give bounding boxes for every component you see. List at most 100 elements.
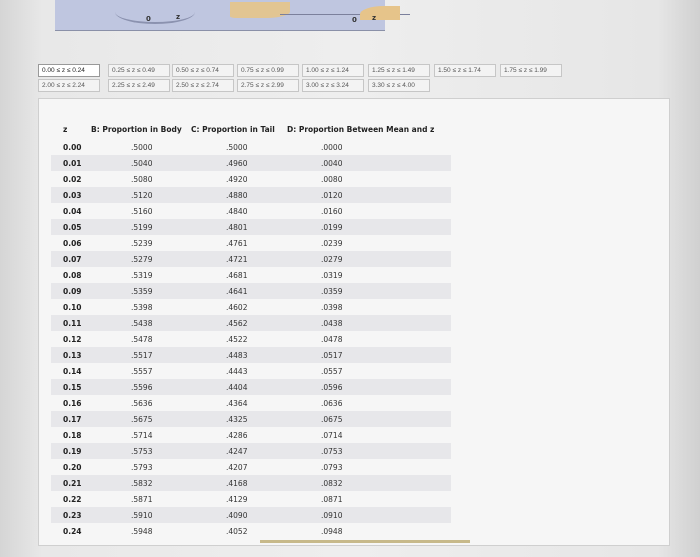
cell-tail: .4761 — [226, 239, 248, 248]
cell-between: .0910 — [321, 511, 343, 520]
cell-z: 0.12 — [63, 335, 82, 344]
table-row: 0.24 .5948 .4052 .0948 — [51, 523, 451, 539]
table-row: 0.07 .5279 .4721 .0279 — [51, 251, 451, 267]
table-row: 0.12 .5478 .4522 .0478 — [51, 331, 451, 347]
cell-between: .0793 — [321, 463, 343, 472]
cell-tail: .4052 — [226, 527, 248, 536]
cell-z: 0.20 — [63, 463, 82, 472]
tab-range-8[interactable]: 2.00 ≤ z ≤ 2.24 — [38, 79, 100, 92]
cell-tail: .4404 — [226, 383, 248, 392]
table-row: 0.05 .5199 .4801 .0199 — [51, 219, 451, 235]
cell-z: 0.05 — [63, 223, 82, 232]
table-row: 0.16 .5636 .4364 .0636 — [51, 395, 451, 411]
cell-z: 0.01 — [63, 159, 82, 168]
cell-z: 0.07 — [63, 255, 82, 264]
cell-between: .0080 — [321, 175, 343, 184]
cell-tail: .4129 — [226, 495, 248, 504]
axis-z-left: z — [176, 13, 181, 21]
cell-tail: .4247 — [226, 447, 248, 456]
cell-body: .5793 — [131, 463, 153, 472]
cell-body: .5910 — [131, 511, 153, 520]
table-row: 0.08 .5319 .4681 .0319 — [51, 267, 451, 283]
header-z: z — [63, 125, 68, 134]
tab-range-1[interactable]: 0.25 ≤ z ≤ 0.49 — [108, 64, 170, 77]
table-row: 0.21 .5832 .4168 .0832 — [51, 475, 451, 491]
cell-body: .5596 — [131, 383, 153, 392]
table-row: 0.03 .5120 .4880 .0120 — [51, 187, 451, 203]
cell-tail: .4207 — [226, 463, 248, 472]
header-tail: C: Proportion in Tail — [191, 125, 275, 134]
cell-between: .0438 — [321, 319, 343, 328]
cell-z: 0.02 — [63, 175, 82, 184]
cell-between: .0832 — [321, 479, 343, 488]
axis-z-right: z — [372, 14, 377, 22]
tab-range-13[interactable]: 3.30 ≤ z ≤ 4.00 — [368, 79, 430, 92]
table-row: 0.15 .5596 .4404 .0596 — [51, 379, 451, 395]
header-body: B: Proportion in Body — [91, 125, 182, 134]
cell-body: .5199 — [131, 223, 153, 232]
cell-z: 0.03 — [63, 191, 82, 200]
tab-range-7[interactable]: 1.75 ≤ z ≤ 1.99 — [500, 64, 562, 77]
tab-range-11[interactable]: 2.75 ≤ z ≤ 2.99 — [237, 79, 299, 92]
cell-between: .0948 — [321, 527, 343, 536]
cell-tail: .4602 — [226, 303, 248, 312]
table-row: 0.06 .5239 .4761 .0239 — [51, 235, 451, 251]
tab-range-12[interactable]: 3.00 ≤ z ≤ 3.24 — [302, 79, 364, 92]
cell-body: .5359 — [131, 287, 153, 296]
cell-tail: .4325 — [226, 415, 248, 424]
tab-range-3[interactable]: 0.75 ≤ z ≤ 0.99 — [237, 64, 299, 77]
table-row: 0.10 .5398 .4602 .0398 — [51, 299, 451, 315]
cell-z: 0.04 — [63, 207, 82, 216]
cell-tail: .4920 — [226, 175, 248, 184]
bottom-scroll-indicator[interactable] — [260, 540, 470, 543]
cell-tail: .4286 — [226, 431, 248, 440]
cell-body: .5398 — [131, 303, 153, 312]
cell-tail: .4443 — [226, 367, 248, 376]
axis-zero-left: 0 — [146, 15, 151, 23]
cell-between: .0279 — [321, 255, 343, 264]
cell-body: .5478 — [131, 335, 153, 344]
cell-body: .5080 — [131, 175, 153, 184]
cell-z: 0.18 — [63, 431, 82, 440]
cell-body: .5279 — [131, 255, 153, 264]
cell-z: 0.22 — [63, 495, 82, 504]
cell-z: 0.24 — [63, 527, 82, 536]
tab-range-4[interactable]: 1.00 ≤ z ≤ 1.24 — [302, 64, 364, 77]
tab-range-9[interactable]: 2.25 ≤ z ≤ 2.49 — [108, 79, 170, 92]
cell-body: .5160 — [131, 207, 153, 216]
cell-z: 0.11 — [63, 319, 82, 328]
cell-tail: .4364 — [226, 399, 248, 408]
cell-between: .0557 — [321, 367, 343, 376]
table-row: 0.13 .5517 .4483 .0517 — [51, 347, 451, 363]
cell-between: .0359 — [321, 287, 343, 296]
cell-z: 0.19 — [63, 447, 82, 456]
tab-range-2[interactable]: 0.50 ≤ z ≤ 0.74 — [172, 64, 234, 77]
z-table-panel: z B: Proportion in Body C: Proportion in… — [38, 98, 670, 546]
cell-between: .0160 — [321, 207, 343, 216]
cell-body: .5438 — [131, 319, 153, 328]
cell-tail: .4168 — [226, 479, 248, 488]
cell-between: .0871 — [321, 495, 343, 504]
cell-body: .5120 — [131, 191, 153, 200]
cell-between: .0478 — [321, 335, 343, 344]
cell-z: 0.17 — [63, 415, 82, 424]
cell-between: .0239 — [321, 239, 343, 248]
cell-tail: .4090 — [226, 511, 248, 520]
tab-range-5[interactable]: 1.25 ≤ z ≤ 1.49 — [368, 64, 430, 77]
tab-range-10[interactable]: 2.50 ≤ z ≤ 2.74 — [172, 79, 234, 92]
table-header: z B: Proportion in Body C: Proportion in… — [39, 123, 669, 137]
table-row: 0.01 .5040 .4960 .0040 — [51, 155, 451, 171]
table-row: 0.20 .5793 .4207 .0793 — [51, 459, 451, 475]
cell-body: .5239 — [131, 239, 153, 248]
cell-body: .5319 — [131, 271, 153, 280]
cell-body: .5871 — [131, 495, 153, 504]
cell-tail: .4880 — [226, 191, 248, 200]
cell-tail: .4562 — [226, 319, 248, 328]
shaded-tail-right — [360, 6, 400, 20]
tab-range-0[interactable]: 0.00 ≤ z ≤ 0.24 — [38, 64, 100, 77]
cell-between: .0636 — [321, 399, 343, 408]
cell-z: 0.16 — [63, 399, 82, 408]
cell-body: .5636 — [131, 399, 153, 408]
table-row: 0.19 .5753 .4247 .0753 — [51, 443, 451, 459]
tab-range-6[interactable]: 1.50 ≤ z ≤ 1.74 — [434, 64, 496, 77]
